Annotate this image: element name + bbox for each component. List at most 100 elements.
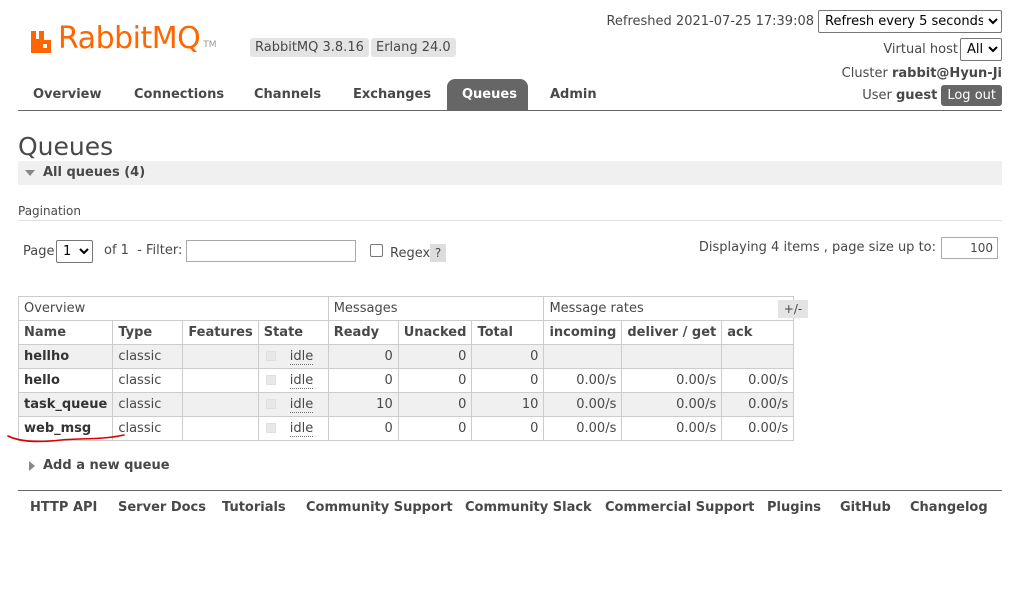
erlang-version-badge: Erlang 24.0 [371,38,456,57]
column-header-type[interactable]: Type [112,320,184,345]
tab-admin[interactable]: Admin [535,79,612,111]
state-indicator-icon [265,375,276,385]
queue-state: idle [257,416,329,441]
unacked-count: 0 [397,368,473,393]
table-row[interactable]: hellho classic idle 0 0 0 [17,344,795,369]
column-header-state[interactable]: State [257,320,329,345]
queues-table: Overview Messages Message rates Name Typ… [17,296,795,441]
column-header-deliver-get[interactable]: deliver / get [621,320,723,345]
queue-name-link[interactable]: task_queue [17,392,114,417]
column-header-features[interactable]: Features [182,320,259,345]
table-row[interactable]: hello classic idle 0 0 0 0.00/s 0.00/s 0… [17,368,795,393]
column-header-total[interactable]: Total [471,320,545,345]
group-header-message-rates: Message rates [543,296,795,321]
state-text: idle [289,372,314,389]
footer-link-changelog[interactable]: Changelog [910,500,988,516]
queue-type: classic [112,392,184,417]
rabbitmq-logo[interactable]: RabbitMQ TM [30,22,217,54]
incoming-rate [543,344,623,369]
column-header-ack[interactable]: ack [721,320,795,345]
footer-link-commercial-support[interactable]: Commercial Support [605,500,755,516]
queue-name-link[interactable]: hellho [17,344,114,369]
footer-divider [18,490,1002,491]
page-select[interactable]: 1 [56,240,93,263]
incoming-rate: 0.00/s [543,392,623,417]
page-size-input[interactable]: 100 [941,237,998,259]
rabbitmq-logo-icon [31,31,51,53]
queue-features [182,392,259,417]
tab-queues[interactable]: Queues [447,79,528,111]
all-queues-section-toggle[interactable]: All queues (4) [18,161,1002,185]
footer-link-community-slack[interactable]: Community Slack [465,500,592,516]
group-header-messages: Messages [327,296,545,321]
total-count: 10 [471,392,545,417]
table-row[interactable]: task_queue classic idle 10 0 10 0.00/s 0… [17,392,795,417]
state-indicator-icon [265,423,276,433]
divider [18,220,1002,221]
page-label: Page [23,244,55,259]
total-count: 0 [471,344,545,369]
regex-help-button[interactable]: ? [430,244,446,262]
add-queue-toggle[interactable]: Add a new queue [43,458,170,474]
queue-features [182,368,259,393]
total-count: 0 [471,416,545,441]
footer-link-tutorials[interactable]: Tutorials [222,500,286,516]
tab-connections[interactable]: Connections [119,79,239,111]
ack-rate [721,344,795,369]
toggle-columns-button[interactable]: +/- [778,300,808,318]
refresh-interval-select[interactable]: Refresh every 5 seconds [818,10,1002,33]
footer-link-plugins[interactable]: Plugins [767,500,821,516]
unacked-count: 0 [397,344,473,369]
column-header-unacked[interactable]: Unacked [397,320,473,345]
incoming-rate: 0.00/s [543,368,623,393]
queue-features [182,344,259,369]
page-count-label: of 1 [104,243,129,258]
ready-count: 10 [327,392,399,417]
unacked-count: 0 [397,392,473,417]
ack-rate: 0.00/s [721,368,795,393]
virtual-host-select[interactable]: All [960,38,1002,61]
tab-channels[interactable]: Channels [239,79,336,111]
ack-rate: 0.00/s [721,416,795,441]
tab-exchanges[interactable]: Exchanges [338,79,446,111]
collapse-arrow-icon [25,170,35,176]
virtual-host-label: Virtual host [883,42,958,57]
deliver-get-rate: 0.00/s [621,416,723,441]
column-header-ready[interactable]: Ready [327,320,399,345]
refreshed-timestamp: Refreshed 2021-07-25 17:39:08 [606,14,814,29]
footer-link-server-docs[interactable]: Server Docs [118,500,206,516]
regex-label: Regex [390,246,431,261]
filter-label: - Filter: [137,243,183,258]
ready-count: 0 [327,368,399,393]
filter-input[interactable] [186,240,356,262]
deliver-get-rate: 0.00/s [621,392,723,417]
queue-type: classic [112,344,184,369]
queue-features [182,416,259,441]
group-header-overview: Overview [18,296,329,321]
tab-overview[interactable]: Overview [18,79,117,111]
filter-row-label: of 1 - Filter: [104,243,182,259]
footer-link-http-api[interactable]: HTTP API [30,500,97,516]
section-title: All queues (4) [43,165,146,180]
regex-checkbox[interactable] [370,244,383,257]
main-nav: Overview Connections Channels Exchanges … [18,79,1002,111]
page-title: Queues [18,132,114,161]
state-text: idle [289,348,314,365]
column-header-name[interactable]: Name [17,320,114,345]
footer-link-github[interactable]: GitHub [840,500,891,516]
queue-name-link[interactable]: hello [17,368,114,393]
queue-state: idle [257,368,329,393]
rabbitmq-version-badge: RabbitMQ 3.8.16 [250,38,369,57]
expand-arrow-icon [29,461,35,471]
queue-state: idle [257,344,329,369]
footer-link-community-support[interactable]: Community Support [306,500,453,516]
column-header-incoming[interactable]: incoming [543,320,623,345]
queue-state: idle [257,392,329,417]
deliver-get-rate [621,344,723,369]
state-indicator-icon [265,399,276,409]
table-row[interactable]: web_msg classic idle 0 0 0 0.00/s 0.00/s… [17,416,795,441]
deliver-get-rate: 0.00/s [621,368,723,393]
ready-count: 0 [327,344,399,369]
pagination-label: Pagination [18,204,81,218]
incoming-rate: 0.00/s [543,416,623,441]
